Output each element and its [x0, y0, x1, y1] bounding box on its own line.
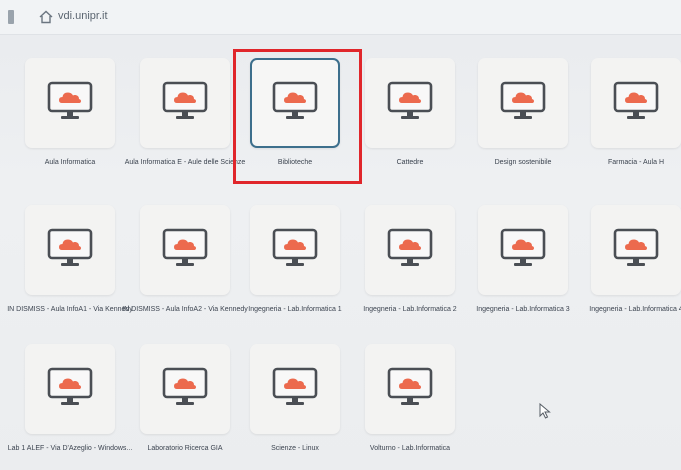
monitor-cloud-icon: [500, 81, 546, 119]
mouse-cursor-icon: [539, 403, 551, 419]
desktop-tile-label: Volturno - Lab.Informatica: [369, 445, 451, 452]
monitor-cloud-icon: [387, 81, 433, 119]
desktop-tile-label: Aula Informatica E - Aule delle Scienze: [124, 159, 246, 166]
desktop-tile-label: Ingegneria - Lab.Informatica 1: [248, 306, 342, 313]
desktop-tile-card[interactable]: [478, 205, 568, 295]
monitor-cloud-icon: [162, 367, 208, 405]
monitor-cloud-icon: [272, 367, 318, 405]
desktop-tile-card[interactable]: [250, 344, 340, 434]
desktop-tile-label: Aula Informatica: [44, 159, 96, 166]
desktop-tile-card[interactable]: [25, 205, 115, 295]
monitor-cloud-icon: [162, 228, 208, 266]
monitor-cloud-icon: [47, 81, 93, 119]
monitor-cloud-icon: [47, 367, 93, 405]
desktop-tile-label: Ingegneria - Lab.Informatica 2: [363, 306, 457, 313]
monitor-cloud-icon: [387, 228, 433, 266]
monitor-cloud-icon: [47, 228, 93, 266]
desktop-tile[interactable]: Ingegneria - Lab.Informatica 3: [476, 205, 570, 345]
desktop-tile[interactable]: IN DISMISS - Aula InfoA1 - Via Kennedy: [7, 205, 133, 345]
desktop-tile-card[interactable]: [140, 58, 230, 148]
desktop-tile[interactable]: IN DISMISS - Aula InfoA2 - Via Kennedy: [122, 205, 248, 345]
desktop-tile-label: Farmacia - Aula H: [607, 159, 665, 166]
desktop-tile[interactable]: Lab 1 ALEF - Via D'Azeglio - Windows...: [8, 344, 132, 470]
desktop-tile-card[interactable]: [478, 58, 568, 148]
desktop-tile-card[interactable]: [365, 344, 455, 434]
desktop-tile-card[interactable]: [365, 205, 455, 295]
selection-highlight-box: [233, 49, 362, 184]
desktop-tile[interactable]: Laboratorio Ricerca GIA: [140, 344, 230, 470]
sidebar-edge-mark: [8, 10, 14, 24]
desktop-tile[interactable]: Ingegneria - Lab.Informatica 2: [363, 205, 457, 345]
desktop-tile-card[interactable]: [365, 58, 455, 148]
monitor-cloud-icon: [613, 228, 659, 266]
desktop-tile[interactable]: Volturno - Lab.Informatica: [365, 344, 455, 470]
desktop-tile-card[interactable]: [591, 58, 681, 148]
desktop-tile-card[interactable]: [140, 344, 230, 434]
desktop-tile[interactable]: Design sostenibile: [478, 58, 568, 198]
desktop-tile-label: Scienze - Linux: [271, 445, 319, 452]
desktop-tile-label: Ingegneria - Lab.Informatica 4: [589, 306, 681, 313]
desktop-tile-card[interactable]: [591, 205, 681, 295]
desktop-tile[interactable]: Ingegneria - Lab.Informatica 1: [248, 205, 342, 345]
browser-top-bar: vdi.unipr.it: [0, 0, 681, 35]
desktop-tile-label: IN DISMISS - Aula InfoA1 - Via Kennedy: [7, 306, 133, 313]
monitor-cloud-icon: [387, 367, 433, 405]
monitor-cloud-icon: [272, 228, 318, 266]
desktop-tile[interactable]: Cattedre: [365, 58, 455, 198]
monitor-cloud-icon: [613, 81, 659, 119]
address-url[interactable]: vdi.unipr.it: [58, 10, 108, 22]
vdi-portal-page: vdi.unipr.it Aula Informatica Aula Inform…: [0, 0, 681, 470]
desktop-tile-label: Design sostenibile: [494, 159, 552, 166]
monitor-cloud-icon: [162, 81, 208, 119]
monitor-cloud-icon: [500, 228, 546, 266]
desktop-tile-card[interactable]: [25, 344, 115, 434]
desktop-tile[interactable]: Scienze - Linux: [250, 344, 340, 470]
desktop-tile[interactable]: Farmacia - Aula H: [591, 58, 681, 198]
desktop-tile-label: Lab 1 ALEF - Via D'Azeglio - Windows...: [7, 445, 133, 452]
desktop-tile-label: IN DISMISS - Aula InfoA2 - Via Kennedy: [122, 306, 248, 313]
desktop-tile-card[interactable]: [250, 205, 340, 295]
desktop-tile[interactable]: Ingegneria - Lab.Informatica 4: [589, 205, 681, 345]
desktop-tile-label: Laboratorio Ricerca GIA: [147, 445, 223, 452]
desktop-tile[interactable]: Aula Informatica: [25, 58, 115, 198]
home-icon[interactable]: [38, 9, 54, 25]
desktop-tile-card[interactable]: [25, 58, 115, 148]
desktop-tile-label: Cattedre: [396, 159, 424, 166]
desktop-tile-label: Ingegneria - Lab.Informatica 3: [476, 306, 570, 313]
desktop-tile[interactable]: Aula Informatica E - Aule delle Scienze: [125, 58, 245, 198]
desktop-tile-card[interactable]: [140, 205, 230, 295]
